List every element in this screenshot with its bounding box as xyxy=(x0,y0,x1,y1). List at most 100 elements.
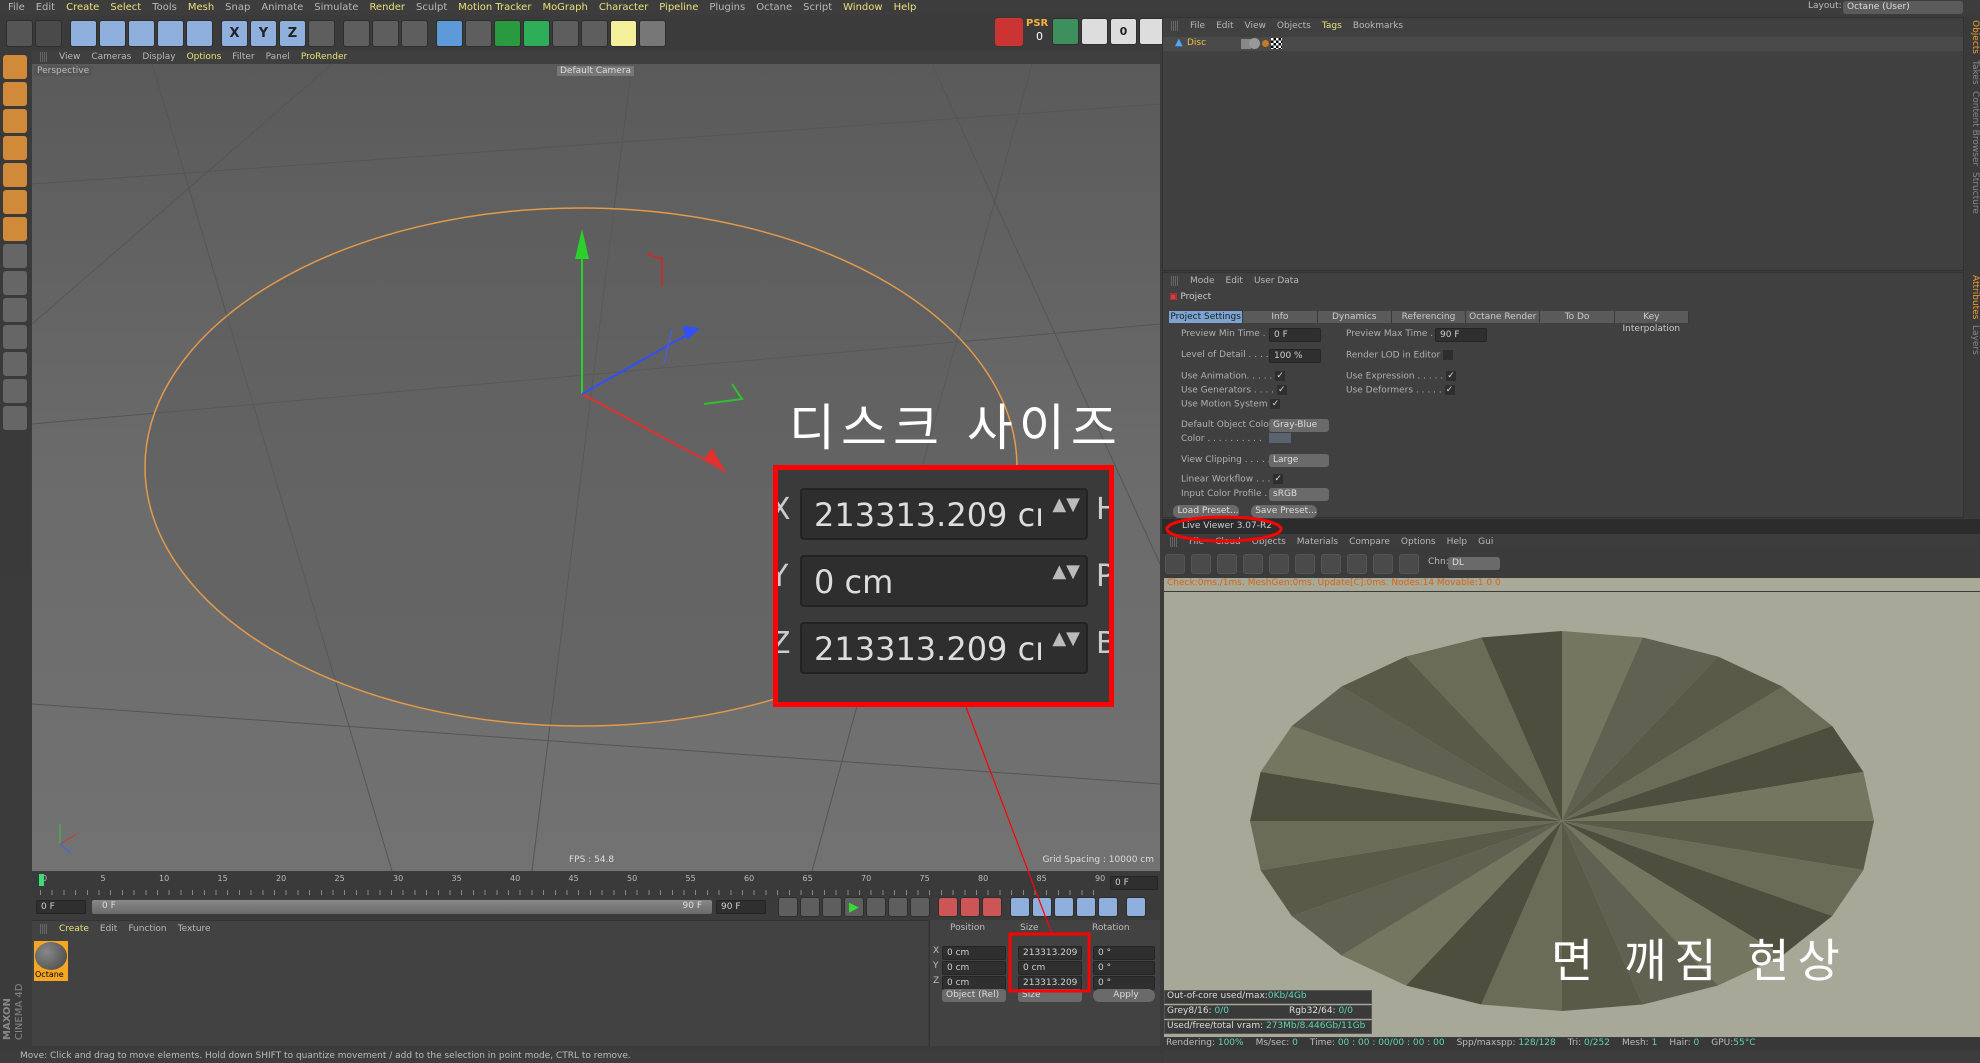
redo-icon[interactable] xyxy=(35,19,62,47)
menu-file[interactable]: File xyxy=(1189,537,1204,547)
menu-pipeline[interactable]: Pipeline xyxy=(659,2,698,13)
tweak-mode-icon[interactable] xyxy=(3,271,27,295)
preview-range-slider[interactable]: 0 F 90 F xyxy=(92,900,712,914)
coord-mode-dropdown[interactable]: Object (Rel) xyxy=(942,989,1006,1002)
panel-grip[interactable] xyxy=(1171,276,1179,286)
menu-simulate[interactable]: Simulate xyxy=(314,2,358,13)
menu-window[interactable]: Window xyxy=(843,2,882,13)
snap-icon[interactable] xyxy=(3,298,27,322)
position-field[interactable]: 0 cm xyxy=(942,976,1006,990)
rotation-field[interactable]: 0 ° xyxy=(1093,961,1155,975)
panel-grip[interactable] xyxy=(1171,21,1179,31)
key-rotation-icon[interactable] xyxy=(1054,897,1074,917)
menu-script[interactable]: Script xyxy=(803,2,832,13)
lod-field[interactable]: 100 % xyxy=(1269,349,1321,363)
menu-help[interactable]: Help xyxy=(894,2,917,13)
menu-animate[interactable]: Animate xyxy=(261,2,303,13)
tab-project-settings[interactable]: Project Settings xyxy=(1169,311,1244,323)
preview-min-field[interactable]: 0 F xyxy=(1269,328,1321,342)
floor-icon[interactable] xyxy=(581,19,608,47)
octane-counter[interactable]: 0 xyxy=(1110,18,1137,45)
menu-tools[interactable]: Tools xyxy=(152,2,177,13)
settings-icon[interactable] xyxy=(1269,554,1289,574)
deformer-icon[interactable] xyxy=(552,19,579,47)
tab-dynamics[interactable]: Dynamics xyxy=(1317,311,1392,323)
grid-icon[interactable] xyxy=(3,379,27,403)
tab-info[interactable]: Info xyxy=(1243,311,1318,323)
material-octane[interactable]: Octane xyxy=(34,941,68,981)
tab-to-do[interactable]: To Do xyxy=(1540,311,1615,323)
end-frame-field[interactable]: 90 F xyxy=(716,900,766,914)
play-icon[interactable]: ▶ xyxy=(844,897,864,917)
side-tab-objects[interactable]: Objects xyxy=(1970,20,1980,54)
key-param-icon[interactable] xyxy=(1076,897,1096,917)
color-swatch[interactable] xyxy=(1269,433,1291,443)
edges-mode-icon[interactable] xyxy=(3,190,27,214)
view-clipping-dropdown[interactable]: Large xyxy=(1269,454,1329,467)
menu-edit[interactable]: Edit xyxy=(1216,21,1233,31)
menu-mode[interactable]: Mode xyxy=(1190,276,1215,286)
tab-referencing[interactable]: Referencing xyxy=(1391,311,1467,323)
octane-settings-icon[interactable] xyxy=(1052,18,1079,45)
apply-button[interactable]: Apply xyxy=(1093,989,1155,1002)
menu-mesh[interactable]: Mesh xyxy=(188,2,214,13)
camera-icon[interactable] xyxy=(610,19,637,47)
z-axis-icon[interactable]: Z xyxy=(279,19,306,47)
polygons-mode-icon[interactable] xyxy=(3,217,27,241)
prev-frame-icon[interactable] xyxy=(822,897,842,917)
coord-size-mode-dropdown[interactable]: Size xyxy=(1018,989,1082,1002)
menu-user-data[interactable]: User Data xyxy=(1254,276,1299,286)
load-preset-button[interactable]: Load Preset... xyxy=(1173,505,1239,518)
pause-icon[interactable] xyxy=(1217,554,1237,574)
menu-objects[interactable]: Objects xyxy=(1252,537,1286,547)
menu-prorender[interactable]: ProRender xyxy=(301,52,347,62)
select-arrow-icon[interactable] xyxy=(70,19,97,47)
channel-dropdown[interactable]: DL xyxy=(1448,557,1500,570)
key-scale-icon[interactable] xyxy=(1032,897,1052,917)
live-select-icon[interactable] xyxy=(186,19,213,47)
send-scene-icon[interactable] xyxy=(1165,554,1185,574)
default-color-dropdown[interactable]: Gray-Blue xyxy=(1269,419,1329,432)
render-settings-icon[interactable] xyxy=(401,19,428,47)
menu-character[interactable]: Character xyxy=(599,2,648,13)
move-icon[interactable] xyxy=(99,19,126,47)
restart-icon[interactable] xyxy=(1191,554,1211,574)
menu-panel[interactable]: Panel xyxy=(266,52,290,62)
position-field[interactable]: 0 cm xyxy=(942,961,1006,975)
autokey-icon[interactable] xyxy=(960,897,980,917)
rotation-field[interactable]: 0 ° xyxy=(1093,976,1155,990)
position-field[interactable]: 0 cm xyxy=(942,946,1006,960)
menu-cloud[interactable]: Cloud xyxy=(1215,537,1241,547)
key-pla-icon[interactable] xyxy=(1098,897,1118,917)
side-tab-layers[interactable]: Layers xyxy=(1970,325,1980,355)
panel-grip[interactable] xyxy=(1170,536,1178,547)
menu-bookmarks[interactable]: Bookmarks xyxy=(1353,21,1403,31)
menu-view[interactable]: View xyxy=(59,52,80,62)
menu-edit[interactable]: Edit xyxy=(1226,276,1243,286)
side-tab-takes[interactable]: Takes xyxy=(1970,60,1980,85)
menu-octane[interactable]: Octane xyxy=(756,2,792,13)
octane-viewer-icon[interactable] xyxy=(1081,18,1108,45)
menu-texture[interactable]: Texture xyxy=(178,924,211,934)
timeline-window-icon[interactable] xyxy=(1126,897,1146,917)
layer-icon[interactable] xyxy=(3,406,27,430)
y-axis-icon[interactable]: Y xyxy=(250,19,277,47)
menu-render[interactable]: Render xyxy=(369,2,405,13)
render-lod-checkbox[interactable] xyxy=(1443,350,1454,360)
next-key-icon[interactable] xyxy=(888,897,908,917)
axis-mode-icon[interactable] xyxy=(3,244,27,268)
workplane-icon[interactable] xyxy=(3,136,27,160)
menu-edit[interactable]: Edit xyxy=(100,924,117,934)
octane-tag-icon[interactable] xyxy=(1262,40,1269,47)
clay-icon[interactable] xyxy=(1347,554,1367,574)
menu-motion-tracker[interactable]: Motion Tracker xyxy=(458,2,531,13)
object-mode-icon[interactable] xyxy=(3,82,27,106)
menu-objects[interactable]: Objects xyxy=(1277,21,1311,31)
material-tag-icon[interactable] xyxy=(1249,38,1260,49)
menu-gui[interactable]: Gui xyxy=(1478,537,1493,547)
playhead[interactable] xyxy=(39,874,44,886)
menu-edit[interactable]: Edit xyxy=(36,2,55,13)
menu-tags[interactable]: Tags xyxy=(1322,21,1342,31)
menu-cameras[interactable]: Cameras xyxy=(91,52,131,62)
points-mode-icon[interactable] xyxy=(3,163,27,187)
